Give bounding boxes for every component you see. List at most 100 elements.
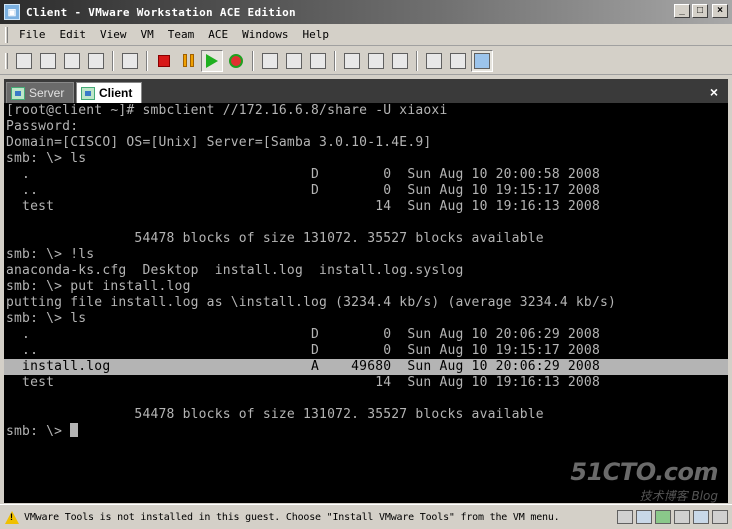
quick-switch-icon [392, 52, 408, 69]
console-view-icon [474, 52, 490, 69]
console-line: test 14 Sun Aug 10 19:16:13 2008 [6, 375, 600, 390]
reset-button[interactable] [225, 50, 247, 72]
quick-switch-button[interactable] [389, 50, 411, 72]
stop-icon [158, 54, 170, 67]
menu-grip [5, 26, 8, 43]
console-line: Password: [6, 119, 79, 134]
console-line: smb: \> !ls [6, 247, 95, 262]
menu-vm[interactable]: VM [134, 28, 161, 41]
warning-icon [5, 510, 19, 524]
status-message: VMware Tools is not installed in this gu… [24, 511, 560, 523]
team-power-icon[interactable] [13, 50, 35, 72]
console-line: putting file install.log as \install.log… [6, 295, 617, 310]
revert-snapshot-button[interactable] [283, 50, 305, 72]
team-console-icon-glyph [122, 52, 138, 69]
device-status-icons [617, 510, 728, 524]
menu-edit[interactable]: Edit [53, 28, 94, 41]
team-start-icon[interactable] [61, 50, 83, 72]
network-icon[interactable] [655, 510, 671, 524]
team-console-icon[interactable] [119, 50, 141, 72]
menu-file[interactable]: File [12, 28, 53, 41]
console-line: anaconda-ks.cfg Desktop install.log inst… [6, 263, 464, 278]
play-icon [206, 53, 218, 68]
vmware-app-icon: ▣ [4, 4, 20, 20]
fullscreen-icon [368, 52, 384, 69]
team-start-icon-glyph [64, 52, 80, 69]
message-log-icon[interactable] [712, 510, 728, 524]
snapshot-icon [262, 52, 278, 69]
watermark-logo: 51CTO.com [570, 458, 718, 486]
fullscreen-button[interactable] [365, 50, 387, 72]
sidebar-toggle-button[interactable] [341, 50, 363, 72]
tab-server-label: Server [29, 86, 65, 100]
vm-console-screen[interactable]: [root@client ~]# smbclient //172.16.6.8/… [4, 103, 728, 503]
window-title: Client - VMware Workstation ACE Edition [26, 5, 296, 19]
console-line: .. D 0 Sun Aug 10 19:15:17 2008 [6, 343, 600, 358]
console-prompt: smb: \> [6, 424, 71, 439]
power-off-button[interactable] [153, 50, 175, 72]
tab-client[interactable]: Client [76, 82, 142, 103]
toolbar-separator [252, 50, 254, 71]
appliance-view-button[interactable] [447, 50, 469, 72]
watermark-subtitle: 技术博客 Blog [639, 489, 718, 503]
console-line: [root@client ~]# smbclient //172.16.6.8/… [6, 103, 448, 118]
text-cursor [70, 423, 79, 437]
menu-ace[interactable]: ACE [201, 28, 235, 41]
console-prompt-line: smb: \> [6, 423, 79, 439]
appliance-icon [450, 52, 466, 69]
team-suspend-icon-glyph [40, 52, 56, 69]
console-line: test 14 Sun Aug 10 19:16:13 2008 [6, 199, 600, 214]
toolbar-separator [112, 50, 114, 71]
toolbar-separator [334, 50, 336, 71]
summary-view-button[interactable] [423, 50, 445, 72]
console-line-highlighted: install.log A 49680 Sun Aug 10 20:06:29 … [4, 359, 728, 375]
toolbar-separator [146, 50, 148, 71]
reset-icon [229, 53, 243, 68]
menu-help[interactable]: Help [295, 28, 336, 41]
close-tab-icon[interactable]: × [710, 84, 718, 100]
menu-team[interactable]: Team [161, 28, 202, 41]
usb-icon[interactable] [674, 510, 690, 524]
console-view-button[interactable] [471, 49, 493, 72]
pause-icon [182, 54, 194, 67]
toolbar [0, 47, 732, 75]
snapshot-manager-icon [310, 52, 326, 69]
snapshot-manager-button[interactable] [307, 50, 329, 72]
summary-icon [426, 52, 442, 69]
tab-client-label: Client [99, 86, 133, 100]
sidebar-icon [344, 52, 360, 69]
vm-icon [81, 86, 95, 100]
suspend-button[interactable] [177, 50, 199, 72]
team-power-icon-glyph [16, 52, 32, 69]
toolbar-grip [5, 52, 8, 69]
vm-tab-strip: Server Client × [0, 76, 732, 103]
console-line: .. D 0 Sun Aug 10 19:15:17 2008 [6, 183, 600, 198]
close-button[interactable]: × [712, 4, 728, 18]
vm-icon [11, 86, 25, 100]
console-line: Domain=[CISCO] OS=[Unix] Server=[Samba 3… [6, 135, 432, 150]
maximize-button[interactable]: □ [692, 4, 708, 18]
team-reset-icon[interactable] [85, 50, 107, 72]
menu-windows[interactable]: Windows [235, 28, 295, 41]
tab-server[interactable]: Server [6, 82, 74, 103]
sound-icon[interactable] [693, 510, 709, 524]
console-line: . D 0 Sun Aug 10 20:06:29 2008 [6, 327, 600, 342]
team-reset-icon-glyph [88, 52, 104, 69]
console-line: 54478 blocks of size 131072. 35527 block… [6, 407, 544, 422]
console-line: . D 0 Sun Aug 10 20:00:58 2008 [6, 167, 600, 182]
menu-bar: File Edit View VM Team ACE Windows Help [0, 24, 732, 46]
cdrom-icon[interactable] [636, 510, 652, 524]
power-on-button[interactable] [201, 49, 223, 72]
status-bar: VMware Tools is not installed in this gu… [0, 504, 732, 529]
revert-snapshot-icon [286, 52, 302, 69]
snapshot-button[interactable] [259, 50, 281, 72]
console-line: smb: \> ls [6, 151, 87, 166]
toolbar-separator [416, 50, 418, 71]
console-line: 54478 blocks of size 131072. 35527 block… [6, 231, 544, 246]
window-controls: _ □ × [674, 4, 728, 18]
menu-view[interactable]: View [93, 28, 134, 41]
title-bar: ▣ Client - VMware Workstation ACE Editio… [0, 0, 732, 24]
minimize-button[interactable]: _ [674, 4, 690, 18]
hard-disk-icon[interactable] [617, 510, 633, 524]
team-suspend-icon[interactable] [37, 50, 59, 72]
